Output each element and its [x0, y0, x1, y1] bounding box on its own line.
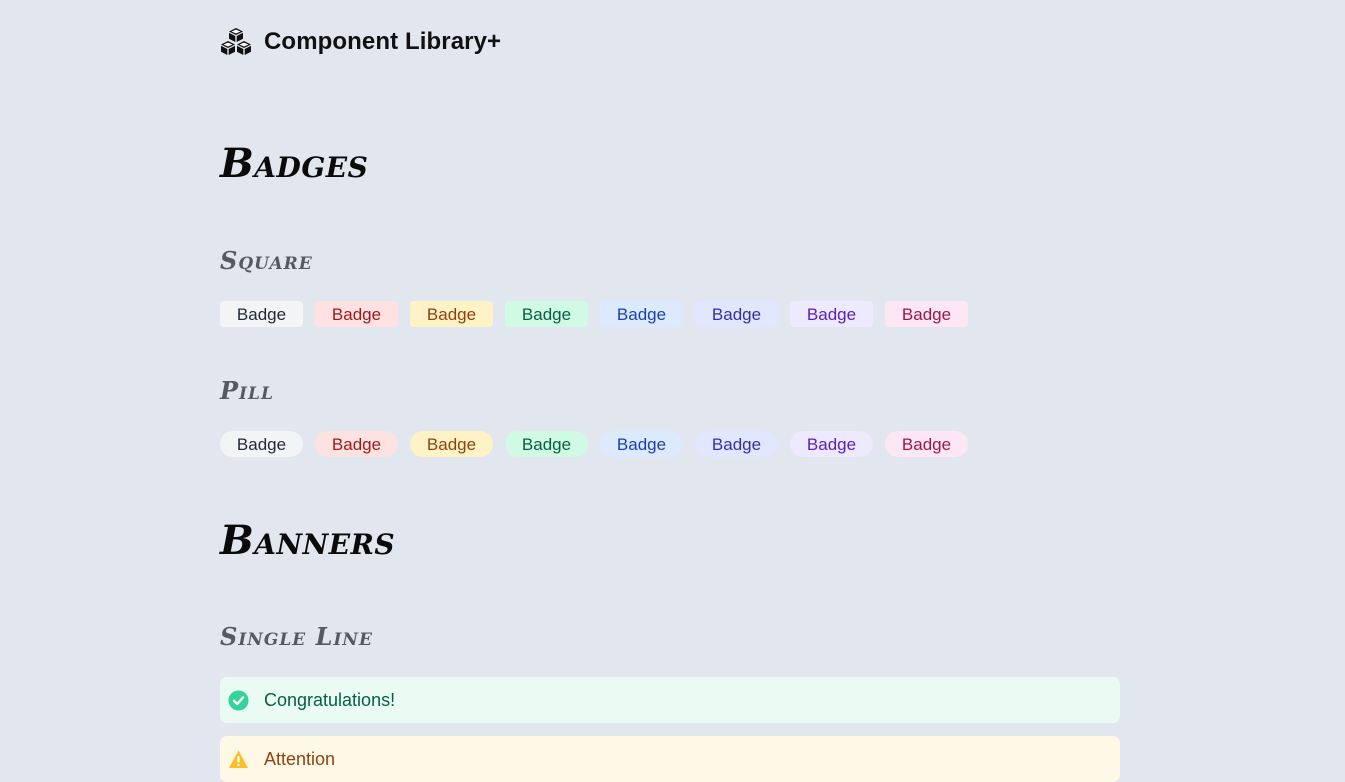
square-badge: Badge	[505, 301, 588, 327]
square-badge: Badge	[410, 301, 493, 327]
pill-badge: Badge	[315, 431, 398, 457]
banner-text: Congratulations!	[264, 689, 396, 710]
pill-badges-title: Pill	[220, 376, 274, 405]
warning-triangle-icon	[228, 749, 249, 770]
banners-section-title: Banners	[220, 517, 396, 564]
square-badge: Badge	[885, 301, 968, 327]
square-badges-title: Square	[220, 246, 313, 275]
success-banner: Congratulations!	[220, 677, 1120, 723]
app-title: Component Library+	[264, 28, 502, 55]
pill-badge: Badge	[220, 431, 303, 457]
badges-section-title: Badges	[220, 140, 369, 187]
pill-badge: Badge	[695, 431, 778, 457]
pill-badge: Badge	[410, 431, 493, 457]
square-badge: Badge	[315, 301, 398, 327]
square-badge: Badge	[220, 301, 303, 327]
banner-text: Attention	[264, 748, 336, 769]
square-badge: Badge	[790, 301, 873, 327]
warning-banner: Attention	[220, 736, 1120, 782]
square-badge-row: Badge Badge Badge Badge Badge Badge Badge Badge	[220, 301, 968, 327]
pill-badge: Badge	[790, 431, 873, 457]
pill-badge: Badge	[505, 431, 588, 457]
pill-badge-row: Badge Badge Badge Badge Badge Badge Badge Badge	[220, 431, 968, 457]
square-badge: Badge	[600, 301, 683, 327]
pill-badge: Badge	[600, 431, 683, 457]
single-line-banners-title: Single Line	[220, 622, 373, 651]
square-badge: Badge	[695, 301, 778, 327]
cubes-icon	[220, 27, 252, 57]
app-header: Component Library+	[220, 26, 501, 58]
pill-badge: Badge	[885, 431, 968, 457]
check-circle-icon	[228, 690, 249, 711]
